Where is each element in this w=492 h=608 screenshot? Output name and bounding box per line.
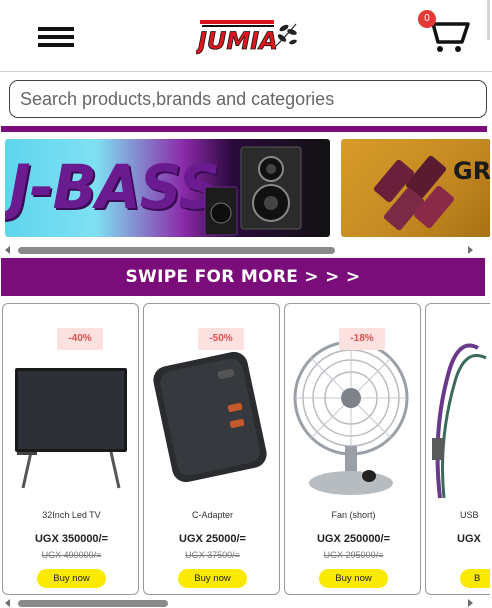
jumia-logo[interactable]: JUMIA — [194, 16, 300, 56]
product-card-usb[interactable]: USB UGX B — [425, 303, 490, 595]
product-list[interactable]: -40% 32Inch Led TV UGX 350000/= UGX 4900… — [0, 303, 490, 597]
hamburger-icon[interactable] — [38, 27, 74, 47]
buy-now-button[interactable]: B — [460, 569, 490, 588]
product-price: UGX — [457, 533, 481, 545]
phone-cases-icon — [373, 155, 455, 231]
speaker-small-icon — [204, 186, 238, 236]
discount-badge: -50% — [198, 328, 244, 350]
banner-scroll-thumb[interactable] — [18, 247, 335, 254]
banner-carousel[interactable]: J-BASS GR — [0, 136, 490, 240]
product-price: UGX 350000/= — [34, 533, 109, 545]
buy-now-button[interactable]: Buy now — [178, 569, 247, 588]
product-image-tv — [3, 328, 138, 504]
product-old-price: UGX 37500/= — [185, 550, 240, 560]
brand-divider — [1, 126, 487, 132]
header-divider — [0, 71, 492, 72]
product-card-adapter[interactable]: -50% C-Adapter UGX 25000/= UGX 37500/= B… — [143, 303, 280, 595]
product-image-fan — [285, 328, 420, 504]
window-edge — [487, 0, 490, 40]
product-name: C-Adapter — [191, 510, 234, 520]
product-price: UGX 250000/= — [316, 533, 391, 545]
banner-jbass[interactable]: J-BASS — [5, 139, 330, 237]
discount-badge: -18% — [339, 328, 385, 350]
search-input[interactable] — [10, 81, 486, 117]
product-card-fan[interactable]: -18% Fan (short) UGX 250000/= UGX 295000… — [284, 303, 421, 595]
scroll-right-arrow-icon[interactable] — [468, 246, 473, 254]
banner-phone-cases[interactable]: GR — [341, 139, 490, 237]
product-image-usb — [426, 328, 490, 504]
products-scroll-thumb[interactable] — [18, 600, 168, 607]
swipe-for-more-banner[interactable]: SWIPE FOR MORE > > > — [1, 258, 485, 296]
product-price: UGX 25000/= — [179, 533, 246, 545]
scroll-right-arrow-icon[interactable] — [468, 599, 473, 607]
scroll-left-arrow-icon[interactable] — [5, 246, 10, 254]
banner-jbass-text: J-BASS — [9, 151, 220, 223]
banner-phone-text: GR — [453, 157, 490, 185]
product-name: Fan (short) — [331, 510, 376, 520]
header: JUMIA 0 — [0, 0, 492, 72]
product-image-adapter — [144, 328, 279, 504]
product-name: USB — [460, 510, 479, 520]
cart-button[interactable]: 0 — [418, 10, 472, 56]
cart-count-badge: 0 — [418, 10, 436, 28]
search-box[interactable] — [9, 80, 487, 118]
product-card-tv[interactable]: -40% 32Inch Led TV UGX 350000/= UGX 4900… — [2, 303, 139, 595]
product-old-price: UGX 295000/= — [323, 550, 384, 560]
buy-now-button[interactable]: Buy now — [319, 569, 388, 588]
products-scrollbar[interactable] — [0, 597, 478, 608]
banner-scrollbar[interactable] — [0, 244, 478, 256]
product-old-price: UGX 490000/= — [41, 550, 102, 560]
logo-text: JUMIA — [196, 27, 278, 55]
discount-badge: -40% — [57, 328, 103, 350]
speaker-icon — [240, 146, 302, 230]
scroll-left-arrow-icon[interactable] — [5, 599, 10, 607]
product-name: 32Inch Led TV — [42, 510, 101, 520]
buy-now-button[interactable]: Buy now — [37, 569, 106, 588]
